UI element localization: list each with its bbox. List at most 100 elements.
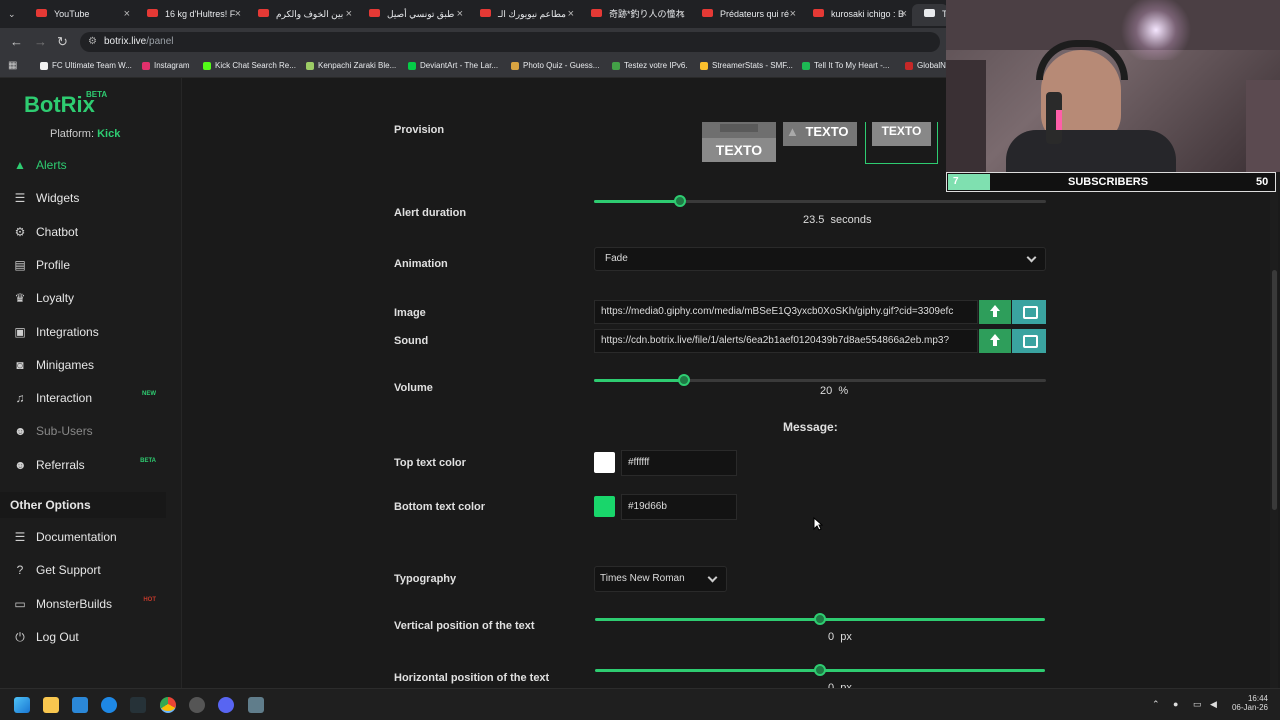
sound-library-button[interactable] [1012, 329, 1046, 353]
close-tab-icon[interactable]: × [790, 4, 796, 24]
sidebar-item-interaction[interactable]: ♫ Interaction NEW [0, 383, 166, 413]
bookmark-item[interactable]: DeviantArt - The Lar... [408, 61, 498, 70]
bottom-text-color-input[interactable]: #19d66b [621, 494, 737, 520]
taskbar-clock[interactable]: 16:44 06-Jan-26 [1228, 694, 1268, 712]
file-explorer-icon[interactable] [43, 697, 59, 713]
sidebar-item-get-support[interactable]: ? Get Support [0, 555, 166, 585]
webcam-shelf [946, 60, 986, 172]
botrix-logo[interactable]: BotRix [24, 92, 95, 118]
typography-select[interactable]: Times New Roman [594, 566, 727, 592]
top-text-color-input[interactable]: #ffffff [621, 450, 737, 476]
browser-tab[interactable]: بين الخوف والكرم × [246, 4, 356, 26]
bottom-text-color-swatch[interactable] [594, 496, 615, 517]
sidebar-item-log-out[interactable]: ⏻ Log Out [0, 622, 166, 652]
tray-overflow-icon[interactable]: ⌃ [1152, 699, 1160, 710]
bookmark-item[interactable]: Testez votre IPv6. [612, 61, 688, 70]
back-icon[interactable]: ← [10, 34, 23, 49]
browser-tab[interactable]: طبق تونسي أصيل × [357, 4, 467, 26]
laptop-icon: ▭ [14, 596, 26, 611]
bookmark-item[interactable]: GlobalN [905, 61, 946, 70]
integrations-icon: ▣ [14, 324, 26, 339]
browser-tab[interactable]: The [912, 4, 948, 26]
obs-icon[interactable] [189, 697, 205, 713]
apps-grid-icon[interactable]: ▦ [8, 60, 17, 71]
bookmark-item[interactable]: Photo Quiz - Guess... [511, 61, 599, 70]
close-tab-icon[interactable]: × [235, 4, 241, 24]
warning-icon: ▲ [14, 158, 26, 172]
sidebar-item-chatbot[interactable]: ⚙ Chatbot [0, 217, 166, 247]
provision-option-1[interactable]: TEXTO [702, 122, 776, 162]
platform-value: Kick [97, 128, 121, 140]
url-field[interactable]: ⚙ botrix.live/panel [80, 32, 940, 52]
bookmark-item[interactable]: Instagram [142, 61, 190, 70]
browser-tab[interactable]: 奇跡*釣り人の憧れ × [579, 4, 689, 26]
browser-tab[interactable]: Prédateurs qui ré × [690, 4, 800, 26]
tray-display-icon[interactable]: ▭ [1193, 699, 1202, 710]
image-placeholder-icon [720, 124, 758, 132]
edge-icon[interactable] [101, 697, 117, 713]
message-heading: Message: [783, 420, 838, 434]
close-tab-icon[interactable]: × [457, 4, 463, 24]
close-tab-icon[interactable]: × [679, 4, 685, 24]
tab-search-button[interactable]: ⌄ [0, 4, 24, 26]
forward-icon[interactable]: → [34, 34, 47, 49]
sidebar-item-widgets[interactable]: ☰ Widgets [0, 183, 166, 213]
webcam-light [1116, 0, 1196, 60]
site-info-icon[interactable]: ⚙ [88, 32, 97, 52]
top-text-color-swatch[interactable] [594, 452, 615, 473]
browser-tab[interactable]: kurosaki ichigo : B × [801, 4, 911, 26]
close-tab-icon[interactable]: × [568, 4, 574, 24]
bookmark-item[interactable]: Kick Chat Search Re... [203, 61, 296, 70]
sidebar-item-referrals[interactable]: ☻ Referrals BETA [0, 450, 166, 480]
steam-icon[interactable] [130, 697, 146, 713]
image-url-input[interactable]: https://media0.giphy.com/media/mBSeE1Q3y… [594, 300, 978, 324]
outlook-icon[interactable] [72, 697, 88, 713]
provision-option-3-selected[interactable]: TEXTO [865, 122, 938, 164]
close-tab-icon[interactable]: × [901, 4, 907, 24]
browser-tab[interactable]: مطاعم نيويورك الـ × [468, 4, 578, 26]
vertical-position-slider-thumb[interactable] [814, 613, 826, 625]
discord-icon[interactable] [218, 697, 234, 713]
tray-volume-icon[interactable]: ◀ [1210, 699, 1217, 710]
sidebar-item-label: Interaction [36, 391, 93, 406]
sidebar-item-monsterbuilds[interactable]: ▭ MonsterBuilds HOT [0, 589, 166, 619]
chrome-icon[interactable] [160, 697, 176, 713]
horizontal-position-slider-thumb[interactable] [814, 664, 826, 676]
sidebar-item-minigames[interactable]: ◙ Minigames [0, 350, 166, 380]
image-upload-button[interactable] [979, 300, 1011, 324]
browser-tab-strip: ⌄ YouTube × 16 kg d'Hultres! F × بين الخوف و… [0, 0, 948, 28]
webcam-wall [1246, 80, 1280, 172]
bookmark-item[interactable]: Tell It To My Heart -... [802, 61, 889, 70]
sidebar-item-loyalty[interactable]: ♛ Loyalty [0, 283, 166, 313]
sidebar-item-alerts[interactable]: ▲ Alerts [0, 150, 166, 180]
browser-tab[interactable]: YouTube × [24, 4, 134, 26]
webcam-ceiling [946, 0, 1280, 50]
reload-icon[interactable]: ↻ [57, 34, 68, 50]
animation-select[interactable]: Fade [594, 247, 1046, 271]
sidebar-item-integrations[interactable]: ▣ Integrations [0, 317, 166, 347]
settings-icon[interactable] [248, 697, 264, 713]
sidebar-item-sub-users[interactable]: ☻ Sub-Users [0, 416, 166, 446]
alert-duration-slider-thumb[interactable] [673, 195, 686, 207]
image-library-button[interactable] [1012, 300, 1046, 324]
webcam-person-body [1006, 130, 1176, 172]
sound-upload-button[interactable] [979, 329, 1011, 353]
browser-tab[interactable]: 16 kg d'Hultres! F × [135, 4, 245, 26]
windows-start-icon[interactable] [14, 697, 30, 713]
close-tab-icon[interactable]: × [124, 4, 130, 24]
sidebar-item-label: Integrations [36, 324, 99, 339]
scrollbar-thumb[interactable] [1272, 270, 1277, 510]
browser-tab-title: 奇跡*釣り人の憧れ [609, 9, 685, 19]
typography-value: Times New Roman [600, 573, 685, 584]
close-tab-icon[interactable]: × [346, 4, 352, 24]
bookmark-item[interactable]: Kenpachi Zaraki Ble... [306, 61, 396, 70]
sidebar-item-profile[interactable]: ▤ Profile [0, 250, 166, 280]
provision-option-2[interactable]: ▲ TEXTO [783, 122, 857, 146]
vertical-position-readout: 0 px [828, 631, 852, 643]
bookmark-item[interactable]: FC Ultimate Team W... [40, 61, 132, 70]
sidebar-item-documentation[interactable]: ☰ Documentation [0, 522, 166, 552]
tray-mic-icon[interactable]: ● [1173, 699, 1178, 709]
bookmark-item[interactable]: StreamerStats - SMF... [700, 61, 793, 70]
sound-url-input[interactable]: https://cdn.botrix.live/file/1/alerts/6e… [594, 329, 978, 353]
vertical-position-unit: px [840, 631, 852, 643]
